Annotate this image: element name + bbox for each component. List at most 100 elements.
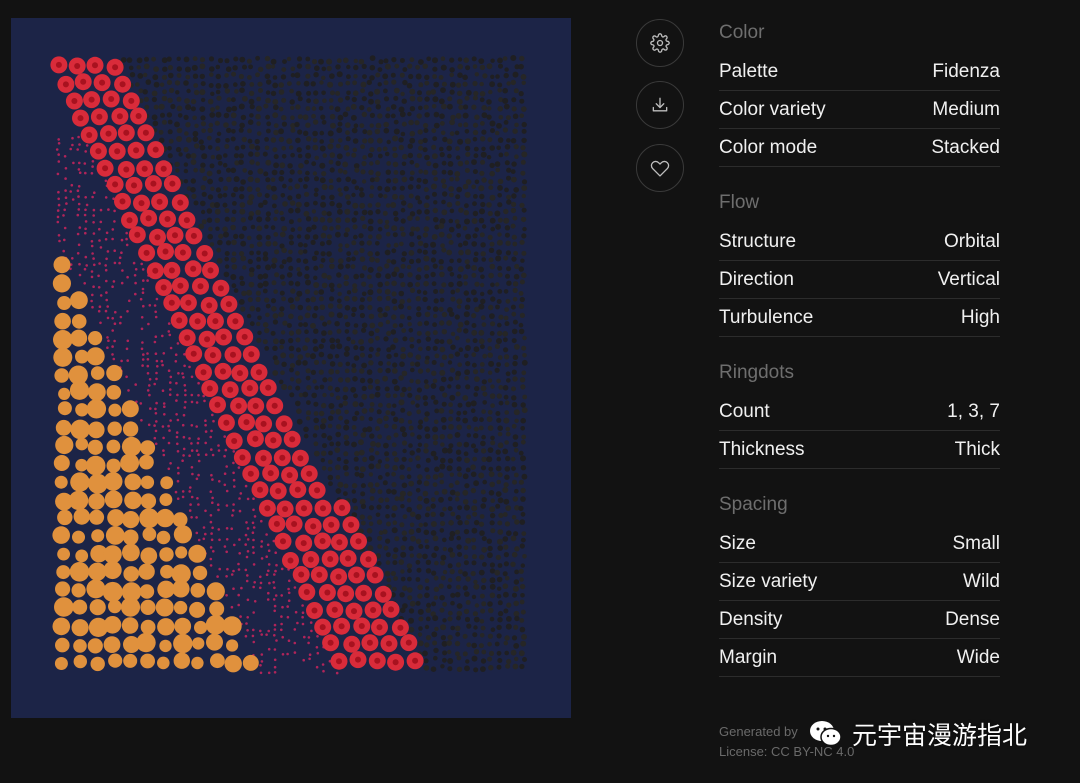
orange-dot	[156, 530, 171, 545]
dark-dot	[406, 563, 413, 569]
dark-dot	[455, 155, 461, 160]
property-row-count: Count 1, 3, 7	[719, 393, 1000, 431]
pink-dot	[77, 168, 81, 171]
dark-dot	[393, 352, 399, 358]
pink-dot	[280, 615, 283, 618]
dark-dot	[497, 617, 503, 623]
pink-dot	[99, 246, 103, 249]
dark-dot	[505, 505, 512, 511]
pink-dot	[84, 150, 87, 153]
dark-dot	[374, 128, 381, 135]
dark-dot	[401, 200, 407, 206]
dark-dot	[454, 432, 461, 438]
red-ring-center	[267, 470, 274, 477]
pink-dot	[315, 646, 319, 649]
pink-dot	[167, 322, 171, 325]
pink-dot	[177, 471, 180, 475]
dark-dot	[280, 193, 286, 198]
pink-dot	[197, 503, 200, 506]
dark-dot	[472, 136, 478, 142]
watermark: 元宇宙漫游指北	[808, 716, 1027, 752]
like-button[interactable]	[636, 144, 684, 192]
dark-dot	[504, 400, 510, 406]
pink-dot	[293, 641, 297, 645]
dark-dot	[209, 66, 215, 72]
dark-dot	[264, 224, 269, 229]
section-title: Ringdots	[719, 362, 794, 383]
dark-dot	[513, 643, 520, 649]
artwork-image	[50, 55, 528, 675]
dark-dot	[497, 272, 503, 278]
dark-dot	[417, 321, 423, 327]
dark-dot	[200, 200, 206, 207]
pink-dot	[274, 551, 278, 554]
dark-dot	[322, 153, 328, 158]
dark-dot	[377, 321, 384, 328]
pink-dot	[273, 628, 277, 631]
dark-dot	[511, 551, 518, 558]
dark-dot	[367, 218, 374, 225]
dark-dot	[480, 201, 486, 208]
pink-dot	[98, 262, 101, 265]
dark-dot	[425, 559, 432, 565]
dark-dot	[521, 531, 527, 536]
dark-dot	[207, 178, 214, 185]
pink-dot	[155, 420, 158, 423]
pink-dot	[211, 453, 215, 457]
red-ring-center	[236, 370, 243, 377]
dark-dot	[238, 299, 245, 305]
dark-dot	[320, 195, 326, 200]
dark-dot	[455, 223, 461, 229]
dark-dot	[200, 185, 206, 191]
dark-dot	[402, 514, 408, 519]
dark-dot	[296, 81, 301, 86]
red-ring-center	[260, 455, 267, 462]
dark-dot	[482, 353, 488, 359]
dark-dot	[282, 320, 288, 326]
dark-dot	[151, 96, 157, 103]
dark-dot	[472, 416, 479, 423]
red-ring-center	[279, 454, 286, 461]
dark-dot	[328, 481, 333, 487]
pink-dot	[281, 653, 285, 656]
dark-dot	[448, 239, 454, 245]
dark-dot	[471, 313, 477, 319]
pink-dot	[260, 653, 264, 656]
dark-dot	[465, 65, 471, 71]
dark-dot	[278, 176, 285, 182]
dark-dot	[416, 504, 423, 510]
dark-dot	[425, 368, 431, 373]
dark-dot	[415, 274, 422, 281]
dark-dot	[454, 375, 460, 381]
dark-dot	[473, 667, 479, 673]
dark-dot	[409, 95, 416, 102]
dark-dot	[465, 576, 471, 582]
dark-dot	[391, 291, 397, 297]
dark-dot	[464, 168, 470, 173]
dark-dot	[399, 464, 405, 470]
orange-dot	[106, 364, 123, 382]
dark-dot	[498, 152, 504, 158]
download-button[interactable]	[636, 81, 684, 129]
settings-button[interactable]	[636, 19, 684, 67]
dark-dot	[416, 409, 422, 415]
dark-dot	[415, 226, 420, 232]
dark-dot	[328, 368, 335, 375]
dark-dot	[303, 210, 310, 217]
dark-dot	[416, 479, 422, 485]
red-ring-center	[150, 180, 157, 187]
pink-dot	[224, 448, 228, 452]
dark-dot	[497, 658, 503, 663]
orange-dot	[70, 419, 90, 440]
dark-dot	[272, 147, 278, 153]
dark-dot	[502, 331, 509, 337]
dark-dot	[434, 626, 439, 632]
dark-dot	[294, 121, 300, 128]
orange-dot	[189, 601, 206, 618]
dark-dot	[354, 450, 360, 457]
dark-dot	[400, 346, 406, 353]
dark-dot	[447, 169, 454, 176]
dark-dot	[336, 343, 343, 350]
dark-dot	[368, 353, 373, 359]
pink-dot	[190, 449, 194, 452]
